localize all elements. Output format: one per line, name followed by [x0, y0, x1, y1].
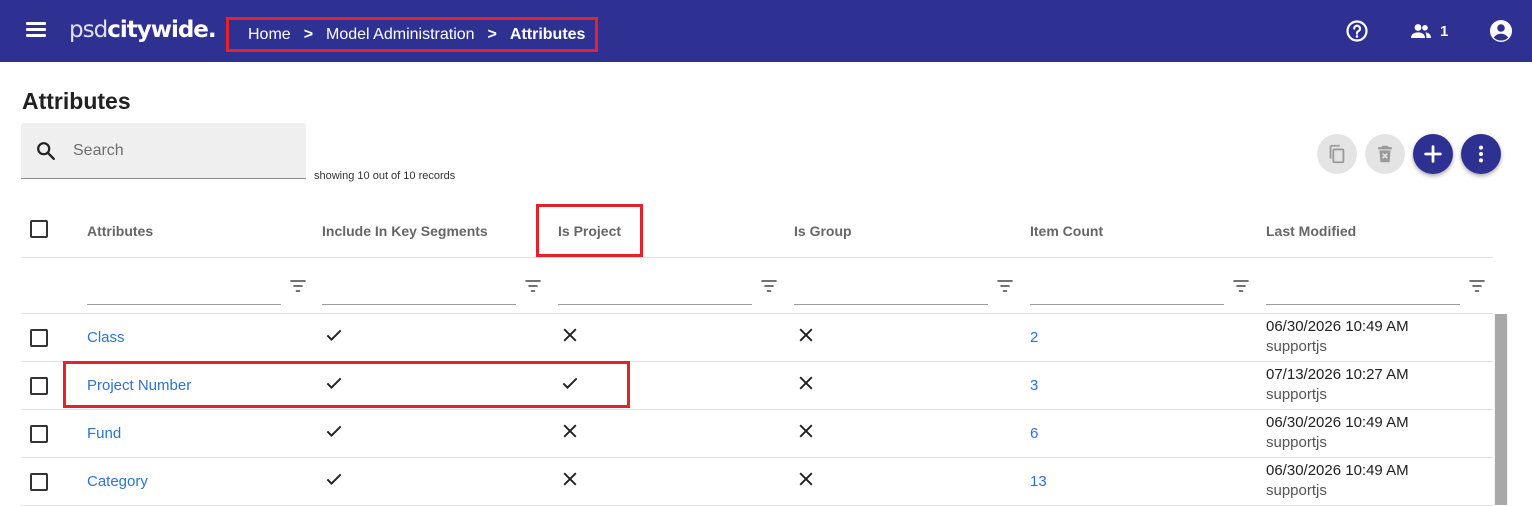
- row-checkbox[interactable]: [30, 473, 48, 491]
- last-modified-user: supportjs: [1266, 434, 1327, 451]
- table-row[interactable]: Category 13 06/30/2026 10:49 AM supportjs: [21, 458, 1493, 506]
- item-count-link[interactable]: 3: [1030, 377, 1038, 394]
- more-vert-icon: [1478, 145, 1484, 163]
- select-all-checkbox[interactable]: [30, 220, 48, 238]
- column-header-item-count[interactable]: Item Count: [1030, 223, 1103, 239]
- last-modified-date: 06/30/2026 10:49 AM: [1266, 318, 1409, 335]
- breadcrumb-current: Attributes: [509, 25, 586, 43]
- attribute-name-link[interactable]: Project Number: [87, 377, 191, 394]
- check-icon: [324, 469, 344, 489]
- filter-input-col-6[interactable]: [1266, 274, 1460, 305]
- filter-icon[interactable]: [761, 279, 777, 293]
- active-users-count: 1: [1440, 22, 1449, 40]
- breadcrumb: Home > Model Administration > Attributes: [226, 17, 598, 52]
- row-checkbox[interactable]: [30, 329, 48, 347]
- scrollbar-thumb[interactable]: [1495, 314, 1507, 505]
- item-count-link[interactable]: 2: [1030, 329, 1038, 346]
- account-icon[interactable]: [1489, 19, 1513, 43]
- column-header-last-modified[interactable]: Last Modified: [1266, 223, 1356, 239]
- table-header-row: Attributes Include In Key Segments Is Pr…: [21, 202, 1493, 258]
- last-modified-date: 06/30/2026 10:49 AM: [1266, 414, 1409, 431]
- close-icon: [560, 325, 580, 345]
- filter-input-col-4[interactable]: [794, 274, 988, 305]
- table-scrollbar[interactable]: [1494, 314, 1508, 505]
- last-modified-user: supportjs: [1266, 386, 1327, 403]
- search-input[interactable]: [73, 139, 293, 163]
- check-icon: [324, 373, 344, 393]
- close-icon: [560, 469, 580, 489]
- delete-button[interactable]: [1365, 134, 1405, 174]
- filter-icon[interactable]: [290, 279, 306, 293]
- breadcrumb-separator: >: [303, 25, 314, 43]
- check-icon: [324, 421, 344, 441]
- help-icon[interactable]: [1345, 19, 1369, 43]
- copy-icon: [1329, 144, 1345, 164]
- users-icon: [1411, 24, 1431, 38]
- last-modified-date: 07/13/2026 10:27 AM: [1266, 366, 1409, 383]
- item-count-link[interactable]: 13: [1030, 473, 1047, 490]
- column-header-is-group[interactable]: Is Group: [794, 223, 852, 239]
- close-icon: [796, 325, 816, 345]
- filter-input-col-2[interactable]: [322, 274, 516, 305]
- breadcrumb-model-administration[interactable]: Model Administration: [326, 26, 475, 44]
- logo-text-bold: citywide: [107, 17, 209, 43]
- filter-input-col-5[interactable]: [1030, 274, 1224, 305]
- more-options-button[interactable]: [1461, 134, 1501, 174]
- table-filter-row: [21, 259, 1493, 314]
- filter-input-col-1[interactable]: [87, 274, 281, 305]
- column-header-is-project[interactable]: Is Project: [558, 223, 621, 239]
- add-icon: [1424, 145, 1442, 163]
- record-count: showing 10 out of 10 records: [314, 170, 456, 182]
- add-button[interactable]: [1413, 134, 1453, 174]
- filter-icon[interactable]: [997, 279, 1013, 293]
- last-modified-user: supportjs: [1266, 482, 1327, 499]
- close-icon: [796, 373, 816, 393]
- last-modified-user: supportjs: [1266, 338, 1327, 355]
- logo-mark: .: [207, 17, 217, 43]
- attribute-name-link[interactable]: Category: [87, 473, 148, 490]
- filter-icon[interactable]: [525, 279, 541, 293]
- table-row[interactable]: Project Number 3 07/13/2026 10:27 AM suppor…: [21, 362, 1493, 410]
- page-title: Attributes: [22, 88, 131, 114]
- filter-icon[interactable]: [1469, 279, 1485, 293]
- check-icon: [560, 373, 580, 393]
- copy-button[interactable]: [1317, 134, 1357, 174]
- attribute-name-link[interactable]: Class: [87, 329, 125, 346]
- breadcrumb-home[interactable]: Home: [248, 26, 291, 44]
- close-icon: [796, 421, 816, 441]
- item-count-link[interactable]: 6: [1030, 425, 1038, 442]
- menu-icon[interactable]: [26, 21, 48, 39]
- close-icon: [796, 469, 816, 489]
- attribute-name-link[interactable]: Fund: [87, 425, 121, 442]
- column-header-include-in-key-segments[interactable]: Include In Key Segments: [322, 223, 488, 239]
- app-header: psdcitywide. Home > Model Administration…: [0, 0, 1532, 62]
- search-icon: [37, 142, 55, 160]
- breadcrumb-separator: >: [487, 25, 497, 43]
- last-modified-date: 06/30/2026 10:49 AM: [1266, 462, 1409, 479]
- column-header-attributes[interactable]: Attributes: [87, 223, 153, 239]
- table-row[interactable]: Class 2 06/30/2026 10:49 AM supportjs: [21, 314, 1493, 362]
- search-box: [21, 123, 306, 179]
- filter-icon[interactable]: [1233, 279, 1249, 293]
- check-icon: [324, 325, 344, 345]
- row-checkbox[interactable]: [30, 377, 48, 395]
- filter-input-col-3[interactable]: [558, 274, 752, 305]
- app-logo[interactable]: psdcitywide.: [69, 17, 217, 43]
- active-users-button[interactable]: 1: [1410, 19, 1450, 43]
- delete-icon: [1378, 145, 1392, 163]
- close-icon: [560, 421, 580, 441]
- row-checkbox[interactable]: [30, 425, 48, 443]
- table-row[interactable]: Fund 6 06/30/2026 10:49 AM supportjs: [21, 410, 1493, 458]
- logo-text-light: psd: [69, 17, 108, 43]
